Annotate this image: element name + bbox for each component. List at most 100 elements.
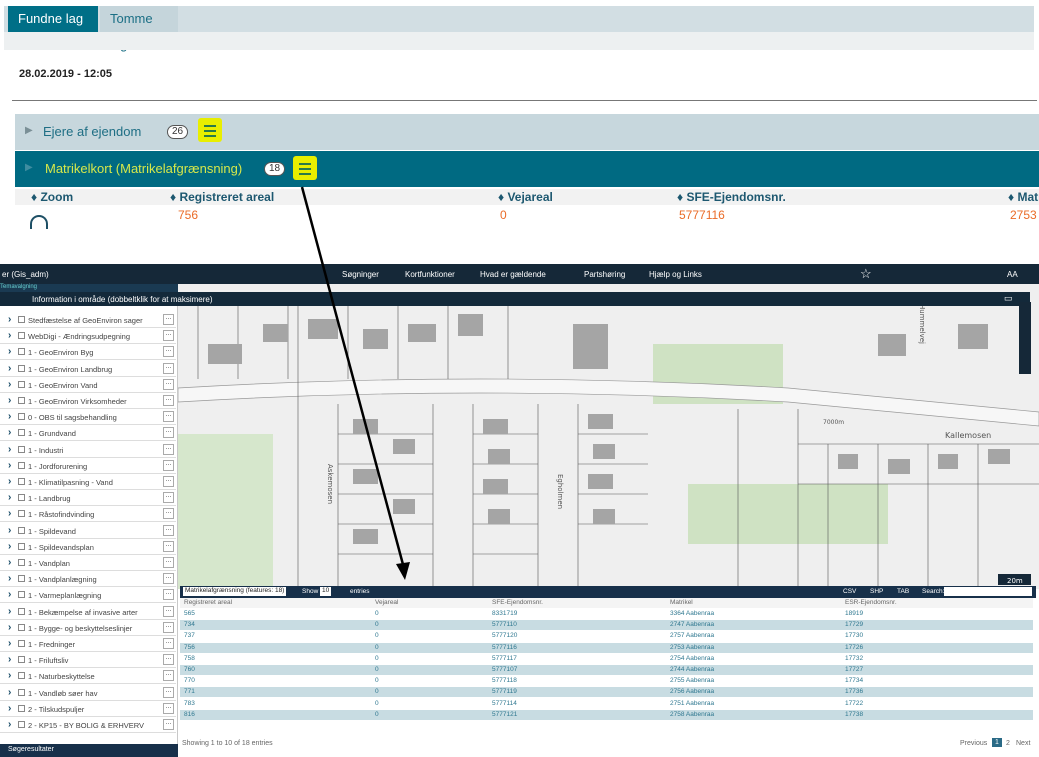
layer-checkbox[interactable] [18, 397, 25, 404]
more-button[interactable]: ... [163, 621, 174, 633]
layer-item[interactable]: › WebDigi - Ændringsudpegning... [0, 328, 176, 345]
layer-checkbox[interactable] [18, 413, 25, 421]
table-row[interactable]: 770 0 5777118 2755 Aabenraa 17734 [180, 676, 1033, 686]
more-button[interactable]: ... [163, 314, 174, 325]
more-button[interactable]: ... [163, 540, 174, 552]
chevron-right-icon[interactable]: › [8, 460, 11, 471]
column-header[interactable]: Registreret areal [184, 599, 232, 606]
chevron-right-icon[interactable]: › [8, 508, 11, 519]
table-row[interactable]: 756 0 5777116 2753 Aabenraa 17726 [180, 642, 1033, 653]
layer-checkbox[interactable] [18, 494, 25, 502]
table-row[interactable]: 758 0 5777117 2754 Aabenraa 17732 [180, 654, 1033, 664]
layer-item[interactable]: › 1 - Grundvand... [0, 425, 176, 442]
table-row[interactable]: 737 0 5777120 2757 Aabenraa 17730 [180, 631, 1033, 641]
chevron-right-icon[interactable]: › [8, 379, 11, 390]
more-button[interactable]: ... [163, 719, 174, 730]
layer-item[interactable]: › 1 - Naturbeskyttelse... [0, 668, 176, 685]
nav-kortfunktioner[interactable]: Kortfunktioner [405, 270, 455, 279]
column-header[interactable]: ESR-Ejendomsnr. [845, 599, 897, 606]
chevron-right-icon[interactable]: › [8, 427, 11, 438]
layer-checkbox[interactable] [18, 429, 25, 437]
layer-item[interactable]: › 1 - GeoEnviron Virksomheder... [0, 393, 176, 409]
entries-select[interactable]: 10 [320, 587, 332, 596]
zoom-icon[interactable] [30, 215, 48, 229]
group-matrikelkort[interactable]: ▶ Matrikelkort (Matrikelafgrænsning) 18 [15, 151, 1039, 187]
layer-item[interactable]: › 1 - Fredninger... [0, 636, 176, 652]
chevron-right-icon[interactable]: › [8, 703, 11, 714]
layer-item[interactable]: › 1 - Spildevandsplan... [0, 539, 176, 555]
chevron-right-icon[interactable]: › [8, 411, 11, 422]
layer-checkbox[interactable] [18, 348, 25, 356]
chevron-right-icon[interactable]: › [8, 654, 11, 665]
more-button[interactable]: ... [163, 476, 174, 487]
chevron-right-icon[interactable]: › [8, 719, 11, 730]
layer-item[interactable]: › Stedfæstelse af GeoEnviron sager... [0, 312, 176, 328]
layer-checkbox[interactable] [18, 542, 25, 550]
layer-checkbox[interactable] [18, 478, 25, 485]
tab-button[interactable]: TAB [897, 588, 909, 595]
more-button[interactable]: ... [163, 573, 174, 585]
group-ejere[interactable]: ▶ Ejere af ejendom 26 [15, 114, 1039, 150]
pager-page-2[interactable]: 2 [1006, 740, 1010, 747]
layer-item[interactable]: › 1 - Råstofindvinding... [0, 506, 176, 523]
chevron-right-icon[interactable]: › [8, 589, 11, 600]
layer-item[interactable]: › 1 - Spildevand... [0, 523, 176, 539]
layer-checkbox[interactable] [18, 704, 25, 712]
table-row[interactable]: 783 0 5777114 2751 Aabenraa 17722 [180, 699, 1033, 709]
more-button[interactable]: ... [163, 330, 174, 342]
more-button[interactable]: ... [163, 395, 174, 406]
search-input[interactable] [944, 587, 1032, 596]
layer-item[interactable]: › 1 - Bekæmpelse af invasive arter... [0, 604, 176, 620]
layer-checkbox[interactable] [18, 445, 25, 453]
chevron-right-icon[interactable]: › [8, 687, 11, 698]
table-icon[interactable] [198, 118, 222, 142]
col-matr[interactable]: ♦ Matr [1008, 190, 1039, 204]
more-button[interactable]: ... [163, 427, 174, 439]
layer-item[interactable]: › 1 - Varmeplanlægning... [0, 587, 176, 604]
chevron-right-icon[interactable]: › [8, 557, 11, 568]
info-window-title[interactable]: Information i område (dobbeltklik for at… [0, 292, 1030, 306]
nav-partshoering[interactable]: Partshøring [584, 270, 625, 279]
column-header[interactable]: Vejareal [375, 599, 399, 606]
layer-item[interactable]: › 1 - GeoEnviron Vand... [0, 377, 176, 393]
tab-fundne-lag[interactable]: Fundne lag [8, 6, 98, 32]
nav-hvad-er-gaeldende[interactable]: Hvad er gældende [480, 270, 546, 279]
layer-item[interactable]: › 1 - Vandplan... [0, 555, 176, 571]
layer-checkbox[interactable] [18, 607, 25, 615]
more-button[interactable]: ... [163, 638, 174, 649]
layer-checkbox[interactable] [18, 461, 25, 469]
pager-previous[interactable]: Previous [960, 740, 987, 747]
table-row[interactable]: 734 0 5777110 2747 Aabenraa 17729 [180, 620, 1033, 631]
more-button[interactable]: ... [163, 378, 174, 390]
chevron-right-icon[interactable]: › [8, 622, 11, 633]
table-row[interactable]: 771 0 5777119 2756 Aabenraa 17736 [180, 687, 1033, 698]
chevron-right-icon[interactable]: › [8, 395, 11, 406]
more-button[interactable]: ... [163, 459, 174, 471]
layer-item[interactable]: › 0 - OBS til sagsbehandling... [0, 409, 176, 426]
more-button[interactable]: ... [163, 557, 174, 568]
layer-checkbox[interactable] [18, 656, 25, 664]
table-row[interactable]: 565 0 8331719 3364 Aabenraa 18919 [180, 609, 1033, 619]
chevron-right-icon[interactable]: › [8, 638, 11, 649]
layer-checkbox[interactable] [18, 526, 25, 534]
layer-checkbox[interactable] [18, 316, 25, 323]
layer-checkbox[interactable] [18, 559, 25, 566]
font-size-button[interactable]: AA [1007, 270, 1018, 279]
zoom-control[interactable] [1019, 302, 1031, 374]
layer-item[interactable]: › 1 - GeoEnviron Byg... [0, 344, 176, 361]
more-button[interactable]: ... [163, 702, 174, 714]
shp-button[interactable]: SHP [870, 588, 883, 595]
nav-hjaelp[interactable]: Hjælp og Links [649, 270, 702, 279]
layer-item[interactable]: › 1 - Industri... [0, 442, 176, 458]
col-sfe[interactable]: ♦ SFE-Ejendomsnr. [677, 190, 786, 204]
pager-page-1[interactable]: 1 [992, 738, 1002, 747]
more-button[interactable]: ... [163, 670, 174, 682]
star-icon[interactable]: ☆ [860, 266, 872, 282]
layer-checkbox[interactable] [18, 688, 25, 696]
layer-checkbox[interactable] [18, 332, 25, 340]
chevron-right-icon[interactable]: › [8, 330, 11, 341]
chevron-right-icon[interactable]: › [8, 670, 11, 681]
table-row[interactable]: 816 0 5777121 2758 Aabenraa 17738 [180, 709, 1033, 720]
layer-item[interactable]: › 1 - Jordforurening... [0, 458, 176, 474]
chevron-right-icon[interactable]: › [8, 606, 11, 617]
